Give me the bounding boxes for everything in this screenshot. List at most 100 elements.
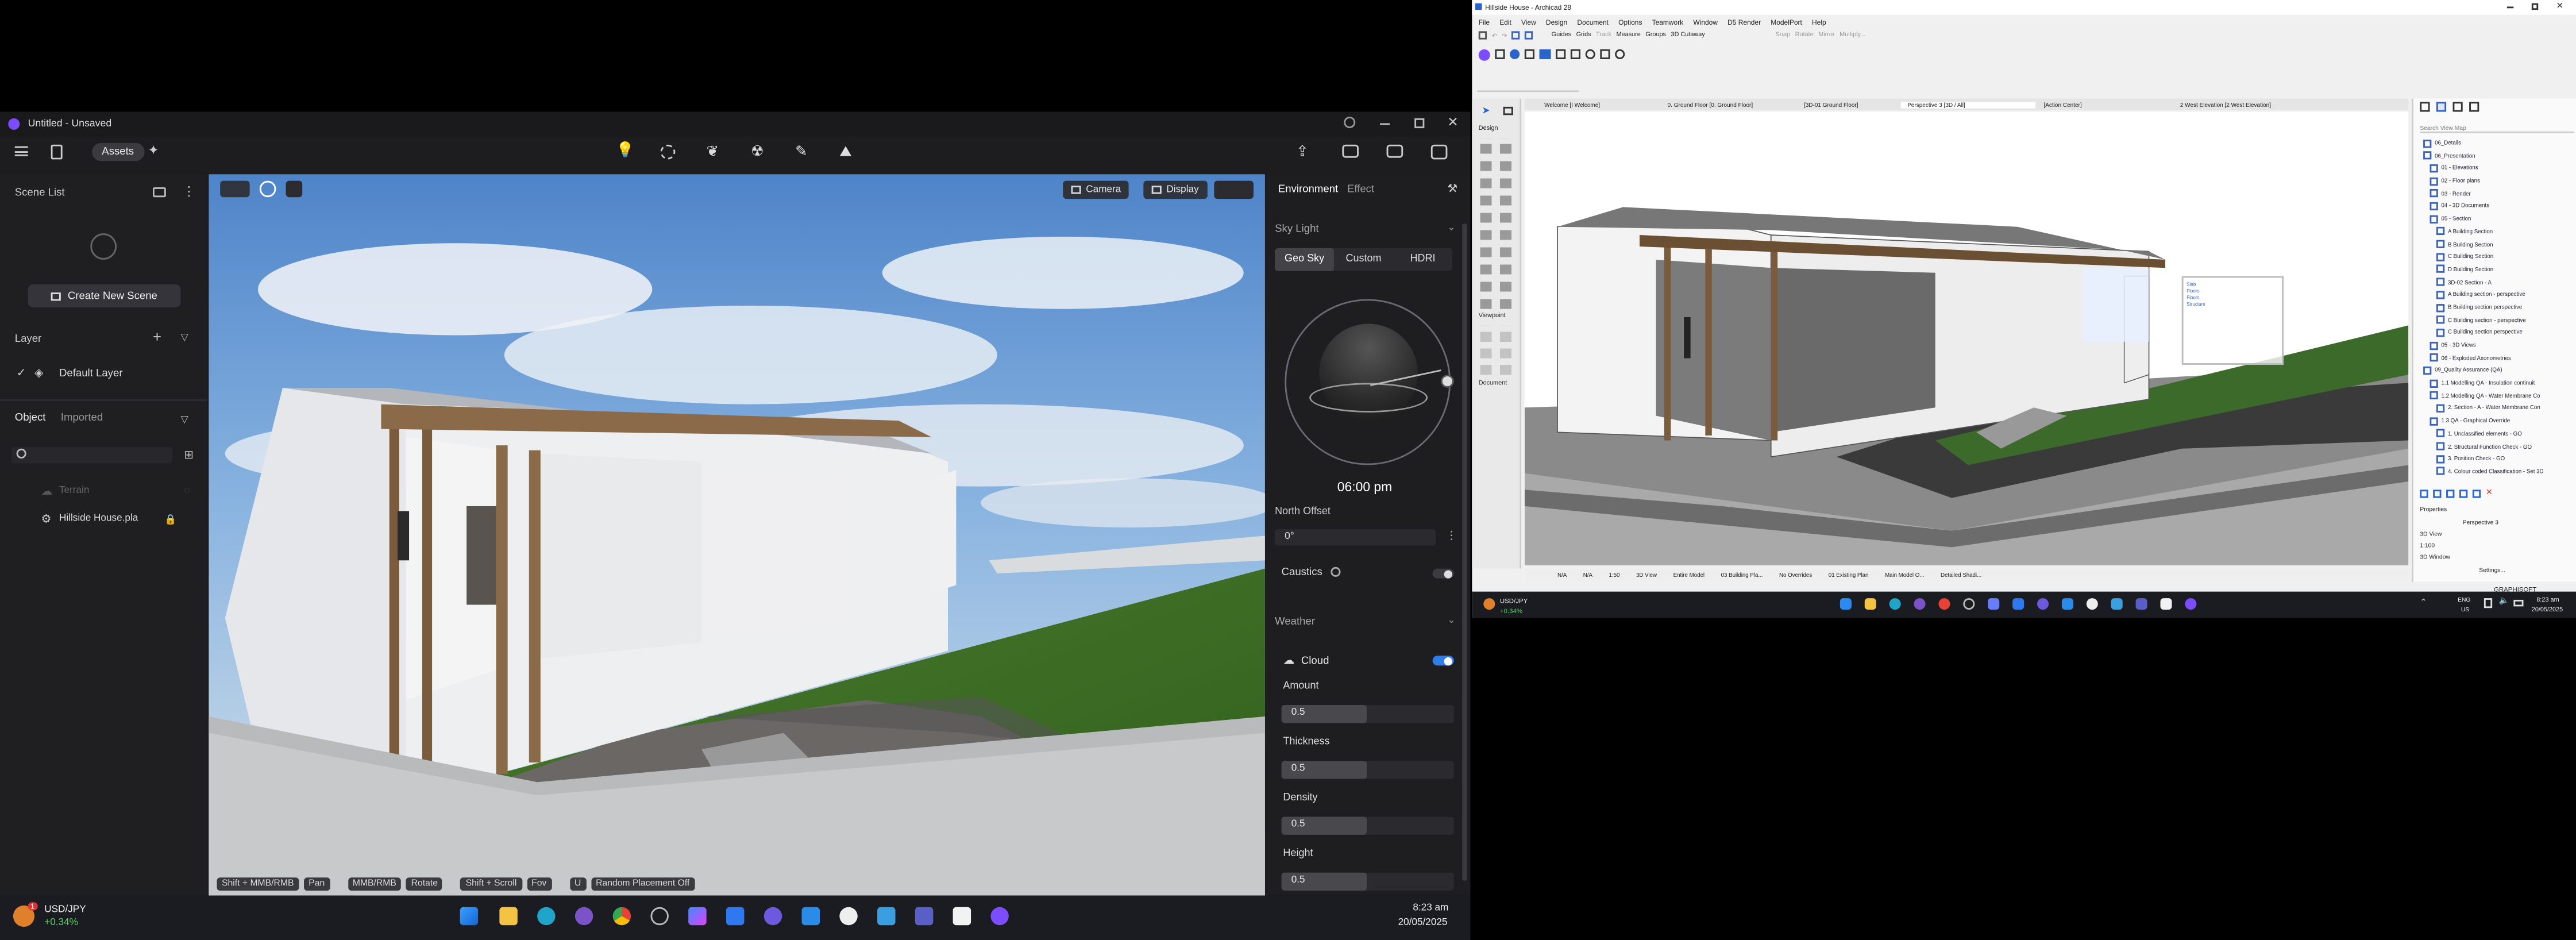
tray-chevron-icon[interactable]: ⌃ [2420, 598, 2427, 608]
teams-icon[interactable] [2135, 598, 2147, 610]
render-viewport[interactable]: Camera Display Shift + MMB/RMB Pan MMB/R… [209, 174, 1265, 896]
render-mode-icon[interactable] [1214, 180, 1254, 199]
view-map-icon[interactable] [2436, 102, 2447, 112]
render-icon[interactable] [1524, 49, 1534, 59]
transform-tool-icon[interactable] [220, 180, 250, 198]
magic-wand-icon[interactable]: ⚒ [1447, 182, 1457, 195]
tree-item[interactable]: C Building section perspective [2423, 328, 2574, 340]
tab-environment[interactable]: Environment [1278, 184, 1338, 195]
amount-slider[interactable]: 0.5 [1281, 704, 1454, 723]
clock-date[interactable]: 20/05/2025 [2532, 606, 2563, 612]
tree-item[interactable]: 2. Structural Function Check - GO [2423, 441, 2574, 454]
tree-item[interactable]: 05 - Section [2423, 214, 2574, 226]
more-icon[interactable]: ⋮ [182, 184, 195, 199]
menu-window[interactable]: Window [1693, 17, 1718, 25]
object-terrain[interactable]: Terrain [59, 487, 89, 496]
pen-app-icon[interactable] [801, 907, 820, 926]
ac-minimize-icon[interactable] [2506, 6, 2514, 8]
tab-effect[interactable]: Effect [1347, 184, 1374, 195]
toolbox-document[interactable]: Document [1479, 380, 1507, 386]
chrome-icon[interactable] [612, 907, 631, 926]
sparkle-icon[interactable]: ✦ [148, 143, 159, 158]
undo-icon[interactable]: ↶ [1492, 30, 1497, 38]
archicad-icon[interactable] [2160, 598, 2172, 610]
menu-view[interactable]: View [1521, 17, 1536, 25]
sky-mode-custom[interactable]: Custom [1334, 248, 1393, 271]
status-model[interactable]: Entire Model [1673, 572, 1705, 578]
tab-action-center[interactable]: [Action Center] [2037, 101, 2172, 107]
rotate-button[interactable]: Rotate [1795, 31, 1814, 37]
video-icon[interactable] [1386, 144, 1403, 158]
brush-icon[interactable]: ✎ [795, 143, 808, 161]
delete-view-icon[interactable]: ✕ [2486, 488, 2493, 498]
tree-item[interactable]: 04 - 3D Documents [2423, 201, 2574, 214]
nav-action-icon[interactable] [2472, 488, 2481, 498]
video-render-icon[interactable] [1539, 49, 1551, 59]
layout-book-icon[interactable] [2452, 102, 2463, 112]
redo-icon[interactable]: ↷ [1502, 30, 1507, 38]
snap-button[interactable]: Snap [1776, 31, 1790, 37]
status-scale[interactable]: 1:50 [1609, 572, 1620, 578]
discord-icon[interactable] [2037, 598, 2049, 610]
save-icon[interactable] [1430, 144, 1448, 160]
tree-item[interactable]: 1.3 QA - Graphical Override [2423, 416, 2574, 429]
archicad-icon[interactable] [952, 907, 971, 926]
thickness-slider[interactable]: 0.5 [1281, 761, 1454, 779]
cube-icon[interactable] [1495, 49, 1505, 59]
status-0[interactable]: N/A [1557, 572, 1567, 578]
tree-item[interactable]: 1.1 Modelling QA - Insulation continuit [2423, 378, 2574, 391]
lock-icon[interactable]: 🔒 [164, 514, 176, 526]
pipette-icon[interactable] [1525, 30, 1534, 39]
image-icon[interactable] [1556, 49, 1566, 59]
terrain-icon[interactable]: ⛰ [839, 143, 852, 161]
sync-icon[interactable] [1510, 49, 1520, 59]
clock-date[interactable]: 20/05/2025 [1398, 919, 1448, 929]
status-shading[interactable]: Detailed Shadi... [1941, 572, 1981, 578]
scene-view-icon[interactable] [152, 187, 166, 198]
help-icon[interactable] [1344, 117, 1356, 129]
lang-indicator[interactable]: ENG [2458, 596, 2470, 603]
guides-button[interactable]: Guides [1552, 31, 1571, 37]
chrome-icon[interactable] [1938, 598, 1950, 610]
menu-help[interactable]: Help [1812, 17, 1826, 25]
menu-teamwork[interactable]: Teamwork [1652, 17, 1684, 25]
north-offset-input[interactable]: 0° [1275, 529, 1436, 546]
copilot-icon[interactable] [1988, 598, 2000, 610]
pick-icon[interactable] [1511, 30, 1521, 39]
d5-plugin-icon[interactable] [1478, 48, 1490, 60]
minimize-icon[interactable] [1380, 123, 1390, 125]
object-search-input[interactable] [11, 446, 173, 464]
leaf-icon[interactable]: ❦ [707, 143, 719, 161]
app-icon-1[interactable] [1963, 598, 1975, 610]
teams-icon[interactable] [915, 907, 934, 926]
tree-item[interactable]: 03 - Render [2423, 188, 2574, 201]
edge-icon[interactable] [537, 907, 556, 926]
weather-widget-icon[interactable] [1483, 598, 1495, 610]
filter-icon-2[interactable]: ▽ [181, 414, 188, 426]
tree-item[interactable]: 05 - 3D Views [2423, 340, 2574, 353]
status-layer[interactable]: 03 Building Pla... [1721, 572, 1763, 578]
start-icon[interactable] [1840, 598, 1852, 610]
cutaway-button[interactable]: 3D Cutaway [1671, 31, 1705, 37]
sky-mode-hdri[interactable]: HDRI [1393, 248, 1452, 271]
cloud-toggle[interactable] [1432, 656, 1454, 666]
nav-action-icon[interactable] [2433, 488, 2442, 498]
file-explorer-icon[interactable] [499, 907, 518, 926]
export-icon[interactable]: ⇪ [1296, 143, 1309, 161]
status-1[interactable]: N/A [1583, 572, 1592, 578]
grid-view-icon[interactable]: ⊞ [184, 449, 194, 462]
arrow-tool-icon[interactable]: ➤ [1482, 105, 1490, 117]
more-options-icon[interactable]: ⋮ [1446, 529, 1457, 542]
viber-icon[interactable] [1914, 598, 1926, 610]
add-layer-icon[interactable]: + [153, 329, 161, 345]
tree-item[interactable]: 06_Details [2423, 138, 2574, 151]
tab-perspective[interactable]: Perspective 3 [3D / All] [1900, 101, 2036, 108]
viber-icon[interactable] [574, 907, 593, 926]
panel-scrollbar[interactable] [1462, 223, 1467, 881]
weather-chevron-icon[interactable]: ⌄ [1447, 615, 1455, 626]
project-map-icon[interactable] [2420, 102, 2430, 112]
chevron-down-icon[interactable]: ⌄ [1447, 222, 1455, 233]
track-button[interactable]: Track [1596, 31, 1611, 37]
file-icon[interactable] [51, 144, 63, 160]
notes-icon[interactable] [2111, 598, 2123, 610]
